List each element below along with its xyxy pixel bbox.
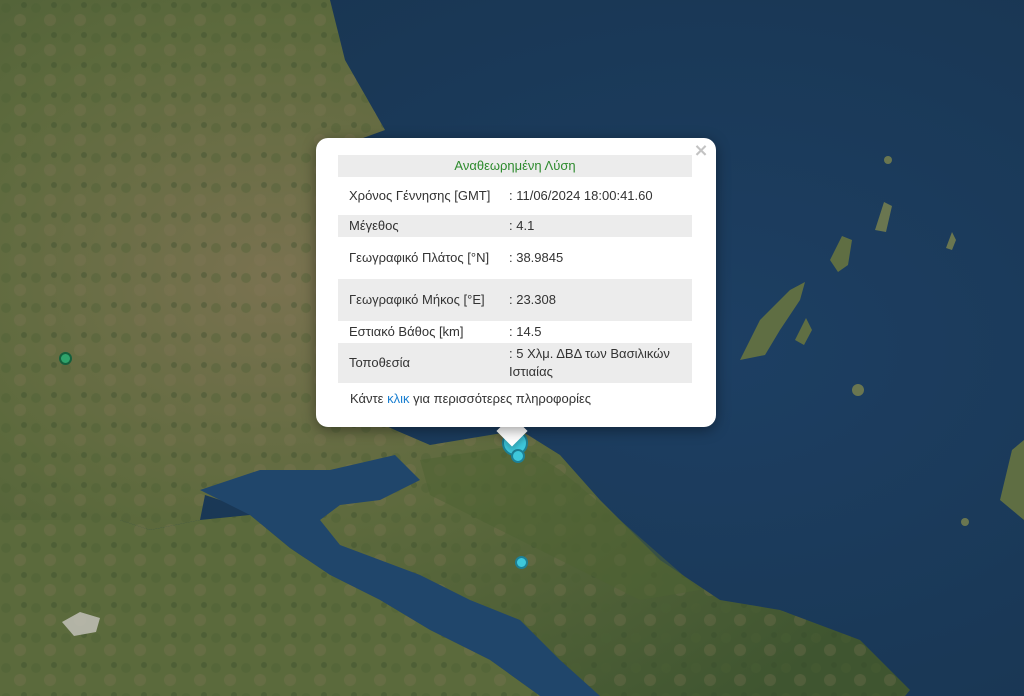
info-label: Γεωγραφικό Μήκος [°E]: [338, 279, 498, 321]
info-label: Τοποθεσία: [338, 343, 498, 383]
more-info-link[interactable]: κλικ: [387, 391, 409, 406]
earthquake-marker[interactable]: [515, 556, 528, 569]
info-label: Γεωγραφικό Πλάτος [°N]: [349, 250, 490, 265]
info-label: Χρόνος Γέννησης [GMT]: [349, 188, 491, 203]
info-value: : 4.1: [498, 215, 692, 237]
info-value: : 5 Χλμ. ΔΒΔ των Βασιλικών Ιστιαίας: [498, 343, 692, 383]
more-info-text: Κάντε κλικ για περισσότερες πληροφορίες: [350, 391, 591, 406]
info-row-origin-time: Χρόνος Γέννησης [GMT] : 11/06/2024 18:00…: [338, 177, 692, 215]
info-value: : 11/06/2024 18:00:41.60: [509, 188, 653, 203]
info-value: : 14.5: [509, 324, 542, 339]
more-info-suffix: για περισσότερες πληροφορίες: [409, 391, 592, 406]
info-label: Μέγεθος: [338, 215, 498, 237]
earthquake-marker-old[interactable]: [59, 352, 72, 365]
info-row-location: Τοποθεσία : 5 Χλμ. ΔΒΔ των Βασιλικών Ιστ…: [338, 343, 692, 383]
close-icon[interactable]: ×: [692, 142, 710, 160]
info-row-longitude: Γεωγραφικό Μήκος [°E] : 23.308: [338, 279, 692, 321]
info-row-latitude: Γεωγραφικό Πλάτος [°N] : 38.9845: [338, 237, 692, 279]
more-info-prefix: Κάντε: [350, 391, 388, 406]
info-label: Εστιακό Βάθος [km]: [349, 324, 464, 339]
info-value: : 38.9845: [509, 250, 564, 265]
info-row-magnitude: Μέγεθος : 4.1: [338, 215, 692, 237]
popup-title-row: Αναθεωρημένη Λύση: [338, 155, 692, 177]
earthquake-marker[interactable]: [511, 449, 525, 463]
info-row-depth: Εστιακό Βάθος [km] : 14.5: [338, 321, 692, 343]
popup-title: Αναθεωρημένη Λύση: [338, 155, 692, 177]
info-value: : 23.308: [498, 279, 692, 321]
earthquake-popup: × Αναθεωρημένη Λύση Χρόνος Γέννησης [GMT…: [316, 138, 716, 427]
earthquake-info-table: Αναθεωρημένη Λύση Χρόνος Γέννησης [GMT] …: [338, 155, 692, 383]
